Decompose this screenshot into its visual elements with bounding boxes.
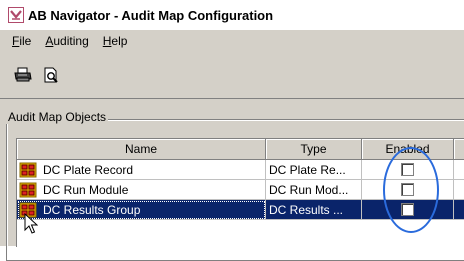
table-row[interactable]: DC Plate Record DC Plate Re... — [17, 160, 464, 180]
enabled-checkbox[interactable] — [401, 183, 414, 196]
row-name: DC Plate Record — [43, 162, 134, 177]
audit-object-icon — [19, 182, 37, 197]
app-window: AB Navigator - Audit Map Configuration F… — [0, 0, 464, 261]
row-name: DC Run Module — [43, 182, 129, 197]
toolbar — [0, 52, 464, 99]
print-preview-button[interactable] — [40, 64, 62, 86]
print-preview-icon — [44, 67, 58, 83]
column-header-name[interactable]: Name — [17, 139, 266, 160]
row-type: DC Plate Re... — [266, 160, 362, 180]
menu-bar: File Auditing Help — [0, 30, 464, 52]
window-title: AB Navigator - Audit Map Configuration — [28, 7, 274, 23]
group-title: Audit Map Objects — [6, 110, 109, 124]
print-icon — [14, 67, 32, 82]
print-button[interactable] — [12, 64, 34, 86]
row-type: DC Run Mod... — [266, 180, 362, 200]
menu-file[interactable]: File — [0, 34, 38, 48]
column-header-filler — [454, 139, 464, 160]
column-header-type[interactable]: Type — [266, 139, 362, 160]
column-header-enabled[interactable]: Enabled — [362, 139, 454, 160]
audit-map-table: Name Type Enabled DC Plate Record DC Pla… — [16, 138, 464, 247]
table-row-selected[interactable]: DC Results Group DC Results ... — [17, 200, 464, 220]
enabled-checkbox[interactable] — [401, 163, 414, 176]
table-header: Name Type Enabled — [17, 139, 464, 160]
audit-object-icon — [19, 202, 37, 217]
table-row[interactable]: DC Run Module DC Run Mod... — [17, 180, 464, 200]
menu-auditing[interactable]: Auditing — [38, 34, 95, 48]
audit-object-icon — [19, 162, 37, 177]
title-bar[interactable]: AB Navigator - Audit Map Configuration — [0, 0, 464, 30]
menu-help[interactable]: Help — [96, 34, 135, 48]
app-logo-icon — [8, 7, 24, 23]
enabled-checkbox[interactable] — [401, 203, 414, 216]
row-name: DC Results Group — [43, 202, 141, 217]
row-type: DC Results ... — [266, 200, 362, 220]
